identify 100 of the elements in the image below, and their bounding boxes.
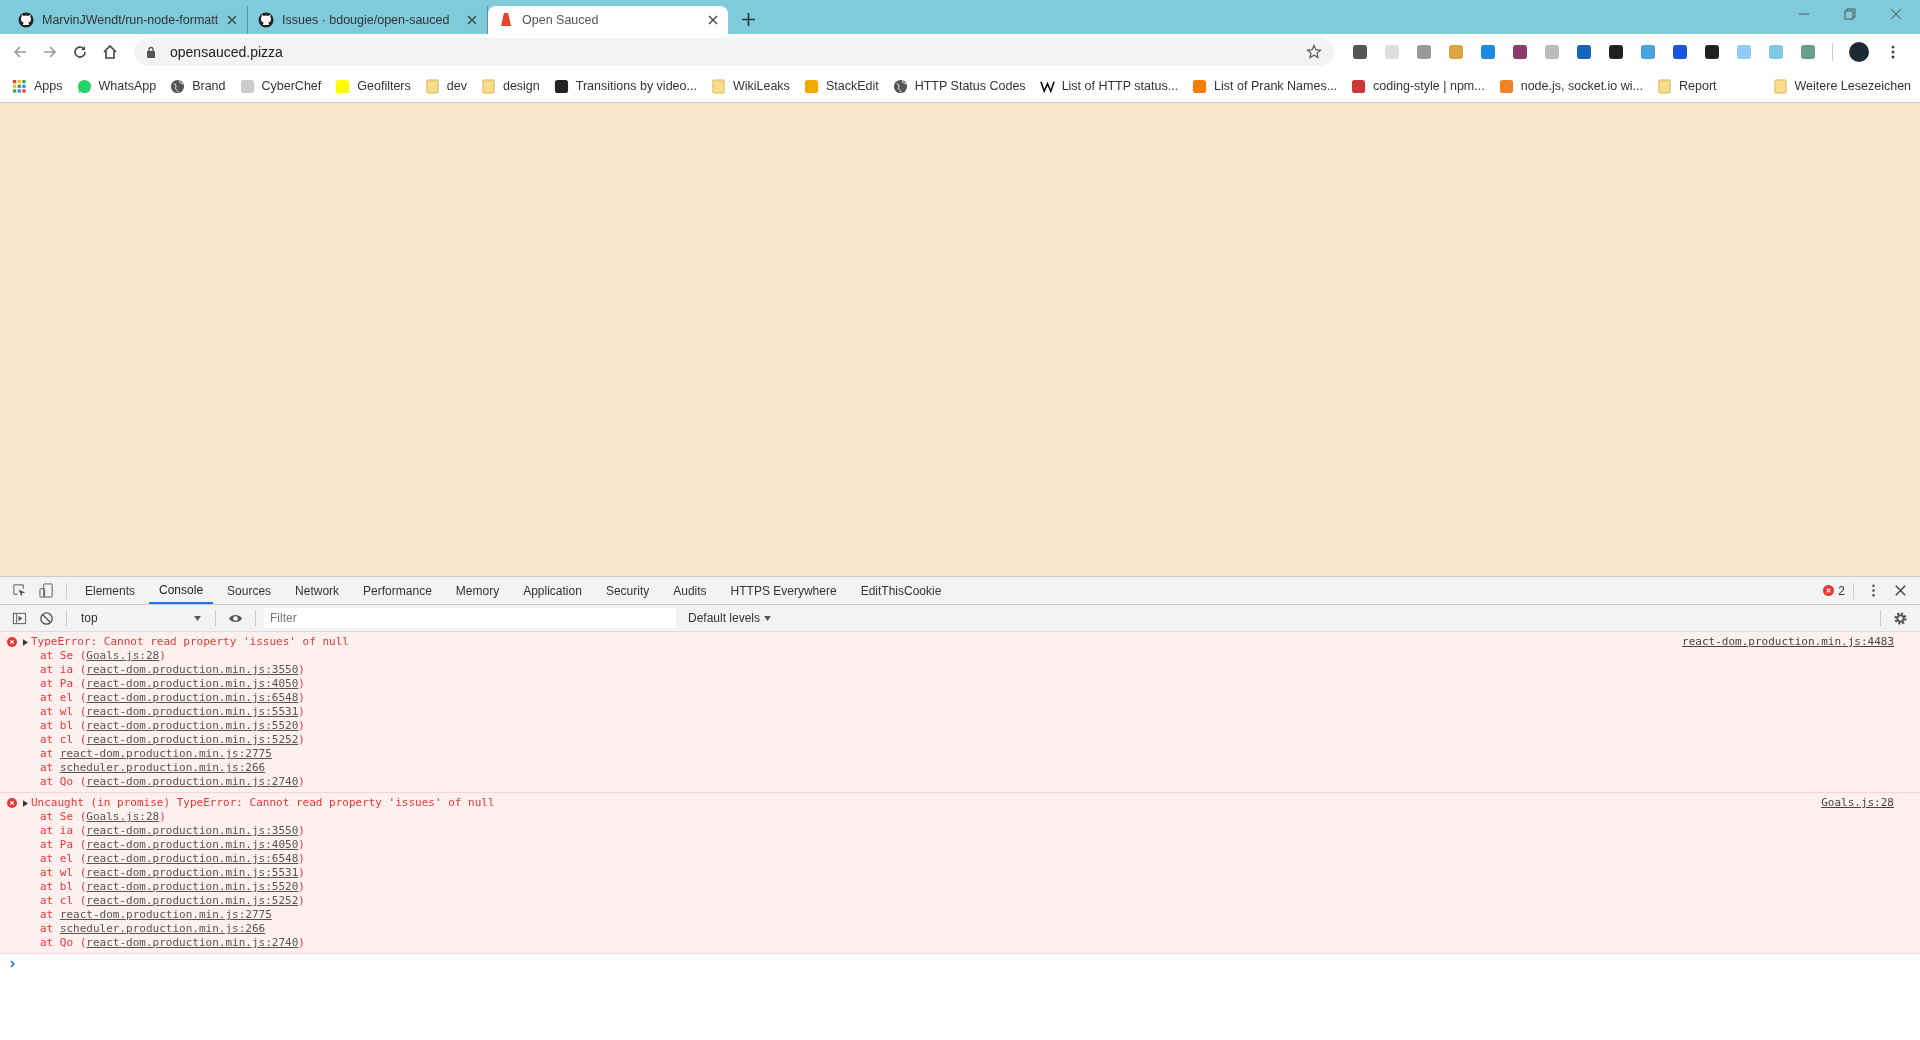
source-link[interactable]: react-dom.production.min.js:5520 bbox=[86, 719, 299, 732]
source-link[interactable]: scheduler.production.min.js:266 bbox=[59, 761, 266, 774]
source-link[interactable]: react-dom.production.min.js:5252 bbox=[86, 894, 299, 907]
levels-dropdown[interactable]: Default levels bbox=[688, 611, 772, 625]
extension-icon[interactable] bbox=[1512, 44, 1528, 60]
bookmark[interactable]: Apps bbox=[12, 78, 63, 94]
devtools-tab[interactable]: HTTPS Everywhere bbox=[720, 577, 847, 604]
restore-icon[interactable] bbox=[1844, 8, 1856, 20]
address-bar[interactable]: opensauced.pizza bbox=[134, 38, 1334, 66]
filter-field[interactable]: Filter bbox=[264, 608, 676, 628]
bookmark[interactable]: WikiLeaks bbox=[710, 78, 790, 94]
extension-icon[interactable] bbox=[1704, 44, 1720, 60]
source-link[interactable]: react-dom.production.min.js:4050 bbox=[86, 838, 299, 851]
bookmark[interactable]: Geofilters bbox=[335, 78, 411, 94]
site-icon bbox=[1498, 78, 1514, 94]
source-link[interactable]: Goals.js:28 bbox=[86, 810, 160, 823]
prompt-chevron-icon[interactable] bbox=[10, 960, 16, 968]
source-link[interactable]: scheduler.production.min.js:266 bbox=[59, 922, 266, 935]
bookmark[interactable]: dev bbox=[424, 78, 467, 94]
bookmark[interactable]: List of Prank Names... bbox=[1192, 78, 1338, 94]
error-text: TypeError: Cannot read property 'issues' of null bbox=[31, 635, 349, 649]
octocat-icon bbox=[18, 12, 34, 28]
devtools-tab[interactable]: Performance bbox=[353, 577, 442, 604]
expand-triangle-icon[interactable] bbox=[23, 799, 28, 807]
bookmark-label: Geofilters bbox=[357, 79, 411, 93]
source-link[interactable]: react-dom.production.min.js:2740 bbox=[86, 775, 299, 788]
bookmark[interactable]: node.js, socket.io wi... bbox=[1498, 78, 1643, 94]
bookmark[interactable]: WhatsApp bbox=[76, 78, 157, 94]
devtools-tab[interactable]: Elements bbox=[75, 577, 146, 604]
bookmark[interactable]: design bbox=[480, 78, 540, 94]
source-link[interactable]: react-dom.production.min.js:5252 bbox=[86, 733, 299, 746]
site-icon bbox=[335, 78, 351, 94]
expand-triangle-icon[interactable] bbox=[23, 638, 28, 646]
source-link[interactable]: react-dom.production.min.js:3550 bbox=[86, 824, 299, 837]
devtools-tab[interactable]: Application bbox=[513, 577, 592, 604]
browser-tab[interactable]: Issues · bdougie/open-sauced bbox=[248, 6, 488, 34]
stack-frame: at Pa (react-dom.production.min.js:4050) bbox=[23, 677, 1894, 691]
bookmark-label: CyberChef bbox=[261, 79, 322, 93]
close-icon[interactable] bbox=[467, 15, 477, 25]
source-link[interactable]: react-dom.production.min.js:4483 bbox=[1682, 635, 1894, 649]
context-dropdown[interactable]: top bbox=[75, 611, 207, 625]
stack-frame: at el (react-dom.production.min.js:6548) bbox=[23, 852, 1894, 866]
source-link[interactable]: react-dom.production.min.js:5531 bbox=[86, 705, 299, 718]
extension-icon[interactable] bbox=[1608, 44, 1624, 60]
devtools-tab[interactable]: Memory bbox=[445, 577, 510, 604]
browser-tab[interactable]: MarvinJWendt/run-node-formatt bbox=[8, 6, 248, 34]
caret-icon bbox=[194, 615, 201, 621]
avatar-icon[interactable] bbox=[1849, 42, 1869, 62]
extension-icon[interactable] bbox=[1672, 44, 1688, 60]
stack-frame: at Pa (react-dom.production.min.js:4050) bbox=[23, 838, 1894, 852]
browser-tab[interactable]: Open Sauced bbox=[488, 6, 728, 34]
stack-frame: at Qo (react-dom.production.min.js:2740) bbox=[23, 936, 1894, 950]
source-link[interactable]: Goals.js:28 bbox=[1821, 796, 1894, 810]
error-icon bbox=[7, 637, 17, 647]
devtools-tab[interactable]: Security bbox=[595, 577, 660, 604]
close-icon[interactable] bbox=[708, 15, 718, 25]
source-link[interactable]: react-dom.production.min.js:5520 bbox=[86, 880, 299, 893]
close-icon[interactable] bbox=[1890, 8, 1902, 20]
source-link[interactable]: Goals.js:28 bbox=[86, 649, 160, 662]
bookmark-label: List of HTTP status... bbox=[1061, 79, 1179, 93]
bookmark-label: design bbox=[502, 79, 540, 93]
close-icon[interactable] bbox=[227, 15, 237, 25]
globe-icon bbox=[892, 78, 908, 94]
plus-icon[interactable] bbox=[742, 13, 755, 26]
bookmark[interactable]: Brand bbox=[170, 78, 226, 94]
bookmark-label: WikiLeaks bbox=[732, 79, 790, 93]
devtools-tab[interactable]: Network bbox=[285, 577, 350, 604]
bookmark[interactable]: Transitions by video... bbox=[553, 78, 697, 94]
error-count: 2 bbox=[1838, 583, 1845, 598]
extension-icon[interactable] bbox=[1352, 44, 1368, 60]
octocat-icon bbox=[258, 12, 274, 28]
devtools-tab[interactable]: Audits bbox=[663, 577, 717, 604]
stack-frame: at wl (react-dom.production.min.js:5531) bbox=[23, 866, 1894, 880]
stack-frame: at cl (react-dom.production.min.js:5252) bbox=[23, 733, 1894, 747]
stack-frame: at react-dom.production.min.js:2775 bbox=[23, 747, 1894, 761]
bookmark[interactable]: Report bbox=[1657, 78, 1717, 94]
devtools-tab[interactable]: Sources bbox=[217, 577, 282, 604]
bookmark[interactable]: HTTP Status Codes bbox=[892, 78, 1026, 94]
url-text: opensauced.pizza bbox=[170, 44, 283, 60]
stack-frame: at bl (react-dom.production.min.js:5520) bbox=[23, 880, 1894, 894]
bookmark[interactable]: List of HTTP status... bbox=[1039, 78, 1179, 94]
source-link[interactable]: react-dom.production.min.js:2775 bbox=[59, 908, 272, 921]
devtools-tab[interactable]: EditThisCookie bbox=[850, 577, 952, 604]
source-link[interactable]: react-dom.production.min.js:6548 bbox=[86, 852, 299, 865]
bookmark[interactable]: CyberChef bbox=[239, 78, 322, 94]
source-link[interactable]: react-dom.production.min.js:3550 bbox=[86, 663, 299, 676]
source-link[interactable]: react-dom.production.min.js:2775 bbox=[59, 747, 272, 760]
bookmark[interactable]: StackEdit bbox=[803, 78, 879, 94]
stack-frame: at wl (react-dom.production.min.js:5531) bbox=[23, 705, 1894, 719]
stack-frame: at cl (react-dom.production.min.js:5252) bbox=[23, 894, 1894, 908]
error-icon bbox=[7, 798, 17, 808]
bookmark[interactable]: Weitere Lesezeichen bbox=[1772, 78, 1912, 94]
source-link[interactable]: react-dom.production.min.js:6548 bbox=[86, 691, 299, 704]
source-link[interactable]: react-dom.production.min.js:2740 bbox=[86, 936, 299, 949]
bookmark[interactable]: coding-style | npm... bbox=[1351, 78, 1485, 94]
source-link[interactable]: react-dom.production.min.js:4050 bbox=[86, 677, 299, 690]
star-icon[interactable] bbox=[1306, 44, 1322, 60]
stack-frame: at scheduler.production.min.js:266 bbox=[23, 761, 1894, 775]
source-link[interactable]: react-dom.production.min.js:5531 bbox=[86, 866, 299, 879]
bookmark-label: Weitere Lesezeichen bbox=[1794, 79, 1912, 93]
